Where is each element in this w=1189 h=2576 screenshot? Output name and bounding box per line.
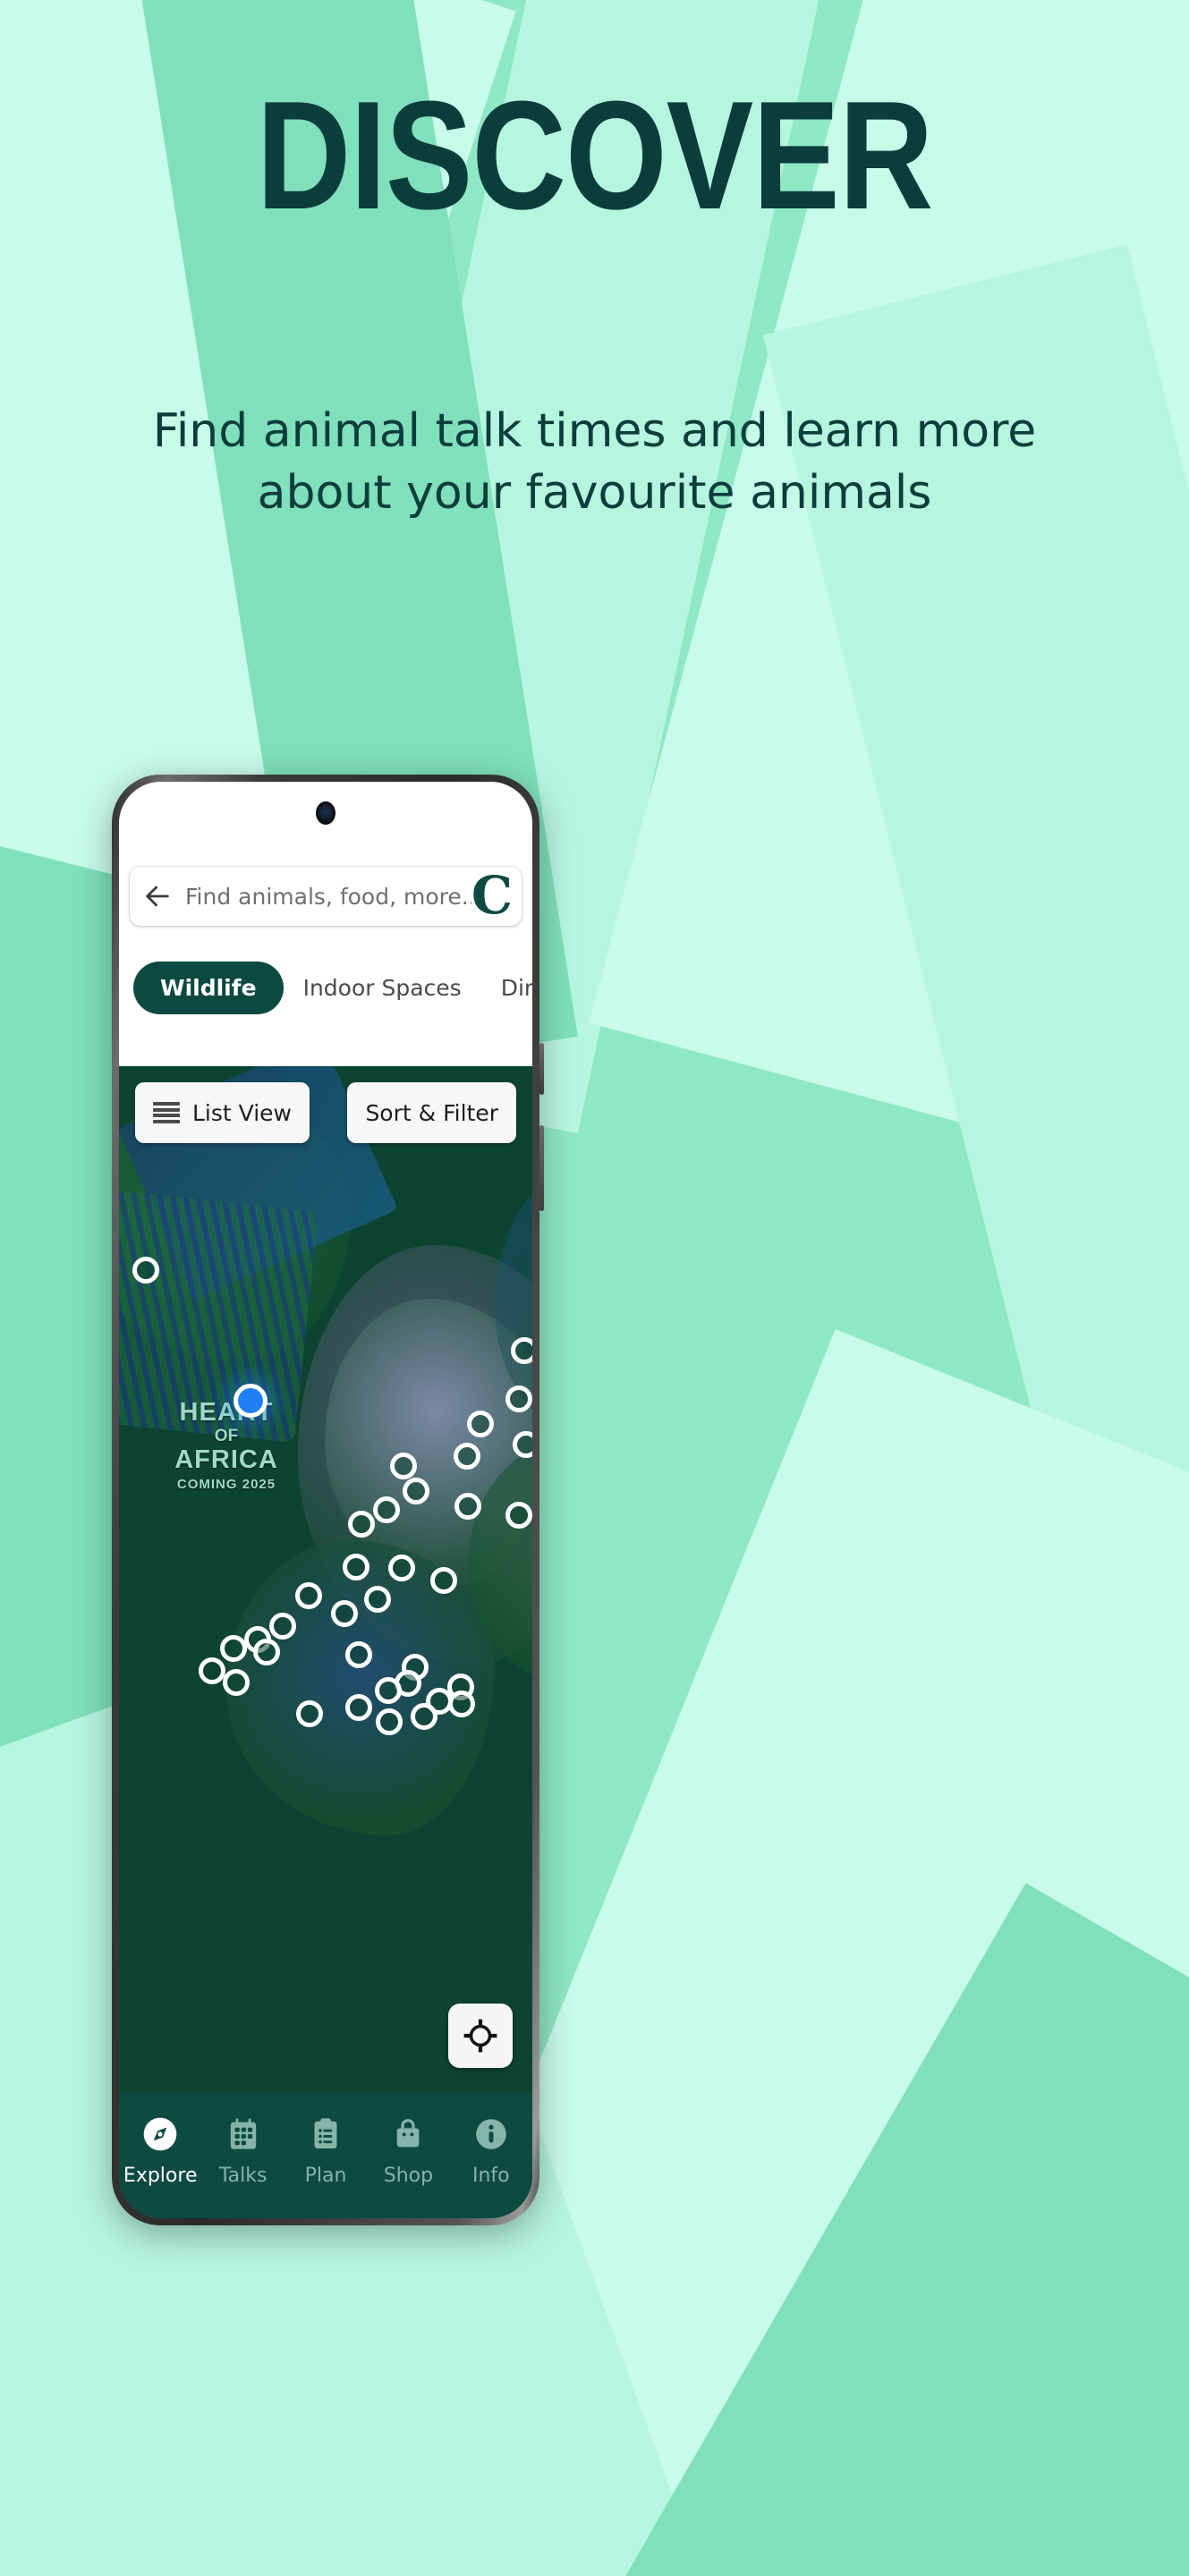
page-subtitle: Find animal talk times and learn more ab… — [152, 404, 1037, 520]
map-pin[interactable] — [375, 1677, 402, 1704]
page-title: DISCOVER — [256, 70, 934, 242]
user-location-dot — [234, 1384, 268, 1418]
shopping-bag-icon — [367, 2109, 449, 2159]
nav-item-plan[interactable]: Plan — [285, 2109, 367, 2187]
map-pin[interactable] — [295, 1582, 322, 1609]
tab-indoor-spaces[interactable]: Indoor Spaces — [284, 977, 481, 999]
map-pin[interactable] — [388, 1555, 415, 1581]
tab-dining[interactable]: Dining — [481, 977, 532, 999]
map-pin[interactable] — [296, 1700, 323, 1727]
map-pin[interactable] — [511, 1337, 532, 1364]
map-pin[interactable] — [390, 1453, 417, 1479]
bottom-navigation: Explore Talks Plan Shop Info — [119, 2093, 532, 2218]
map-view[interactable]: List View Sort & Filter HEART OF AFRICA … — [119, 1066, 532, 2218]
promo-screenshot: DISCOVER Find animal talk times and lear… — [0, 0, 1189, 2576]
map-pin[interactable] — [448, 1690, 475, 1717]
map-pin[interactable] — [220, 1635, 247, 1662]
map-pin[interactable] — [364, 1586, 391, 1613]
map-pin[interactable] — [513, 1431, 532, 1458]
brand-logo: C — [471, 865, 513, 927]
map-overlay-heart-of-africa: HEART OF AFRICA COMING 2025 — [169, 1398, 284, 1492]
list-view-label: List View — [192, 1099, 292, 1126]
overlay-line-3: AFRICA — [174, 1445, 278, 1474]
hamburger-icon — [153, 1102, 180, 1123]
back-arrow-icon[interactable] — [142, 881, 173, 911]
map-pin[interactable] — [345, 1694, 372, 1721]
list-view-button[interactable]: List View — [135, 1082, 310, 1143]
info-icon — [450, 2109, 532, 2159]
nav-item-talks[interactable]: Talks — [201, 2109, 284, 2187]
map-pin[interactable] — [376, 1708, 403, 1735]
nav-item-info[interactable]: Info — [450, 2109, 532, 2187]
map-controls: List View Sort & Filter — [119, 1082, 532, 1154]
map-pin[interactable] — [132, 1257, 159, 1284]
search-input[interactable]: Find animals, food, more... — [185, 884, 471, 910]
map-pin[interactable] — [269, 1613, 296, 1640]
map-pin[interactable] — [430, 1567, 457, 1594]
overlay-line-2: OF — [214, 1426, 239, 1445]
map-pin[interactable] — [348, 1511, 375, 1538]
front-camera — [316, 801, 335, 825]
locate-me-button[interactable] — [448, 2004, 513, 2068]
map-pin[interactable] — [411, 1703, 437, 1730]
overlay-line-4: COMING 2025 — [176, 1476, 276, 1492]
map-pin[interactable] — [343, 1554, 369, 1580]
sort-filter-button[interactable]: Sort & Filter — [347, 1082, 516, 1143]
nav-label-info: Info — [472, 2165, 510, 2187]
map-pin[interactable] — [505, 1502, 532, 1529]
nav-item-shop[interactable]: Shop — [367, 2109, 449, 2187]
category-tabs: Wildlife Indoor Spaces Dining Shopping — [119, 943, 532, 1032]
nav-label-explore: Explore — [123, 2165, 198, 2187]
search-bar[interactable]: Find animals, food, more... C — [130, 867, 522, 926]
calendar-icon — [201, 2109, 284, 2159]
phone-screen: List View Sort & Filter HEART OF AFRICA … — [119, 782, 532, 2218]
clipboard-icon — [285, 2109, 367, 2159]
tab-wildlife[interactable]: Wildlife — [133, 961, 284, 1014]
map-pin[interactable] — [345, 1641, 372, 1668]
map-pin[interactable] — [331, 1600, 358, 1627]
phone-button-power[interactable] — [539, 1125, 544, 1211]
map-pin[interactable] — [253, 1639, 280, 1665]
sort-filter-label: Sort & Filter — [365, 1099, 498, 1126]
nav-label-talks: Talks — [218, 2165, 268, 2187]
nav-label-plan: Plan — [304, 2165, 347, 2187]
map-pin[interactable] — [454, 1443, 480, 1470]
compass-icon — [119, 2109, 201, 2159]
map-pin[interactable] — [403, 1478, 429, 1504]
map-pin[interactable] — [373, 1496, 400, 1523]
map-pin[interactable] — [454, 1493, 481, 1520]
map-pin[interactable] — [505, 1385, 532, 1412]
phone-mockup: List View Sort & Filter HEART OF AFRICA … — [112, 775, 544, 2225]
map-pin[interactable] — [223, 1669, 250, 1696]
nav-item-explore[interactable]: Explore — [119, 2109, 201, 2187]
map-pin[interactable] — [467, 1411, 494, 1437]
map-pin[interactable] — [199, 1657, 225, 1684]
nav-label-shop: Shop — [383, 2165, 434, 2187]
phone-button-volume[interactable] — [539, 1043, 544, 1095]
crosshair-locate-icon — [463, 2019, 497, 2053]
